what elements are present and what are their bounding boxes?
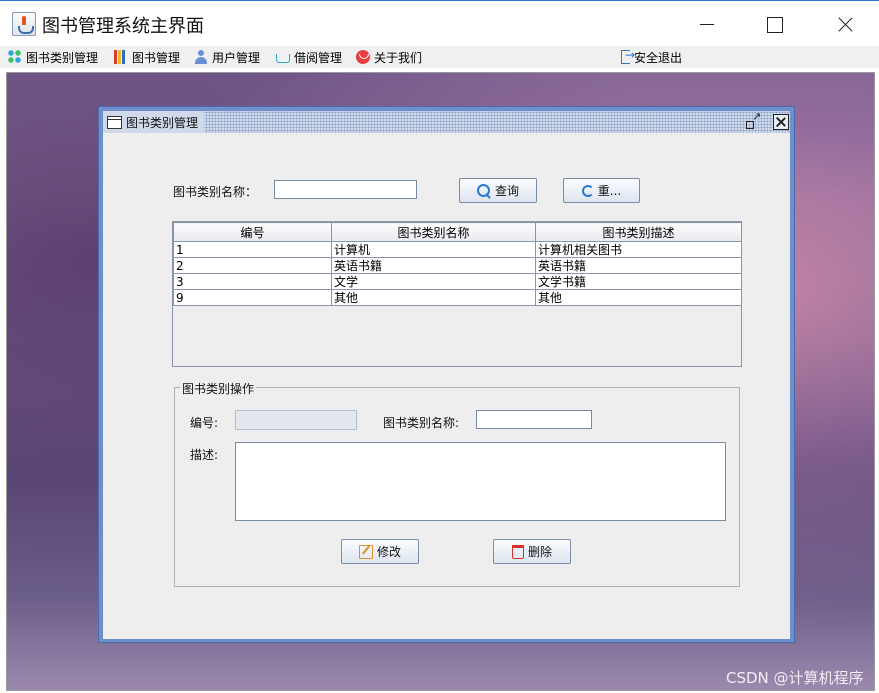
java-app-icon <box>12 12 36 36</box>
reset-button[interactable]: 重... <box>563 178 640 203</box>
table-row[interactable]: 3 文学 文学书籍 <box>173 273 742 290</box>
category-table: 编号 图书类别名称 图书类别描述 1 计算机 计算机相关图书 2 英语书籍 英语… <box>173 222 742 306</box>
refresh-icon <box>581 184 594 197</box>
category-operation-group: 图书类别操作 编号: 图书类别名称: 描述: 修改 删除 <box>174 380 740 587</box>
maximize-button[interactable] <box>752 9 798 39</box>
menu-item-category[interactable]: 图书类别管理 <box>8 48 98 66</box>
table-cell[interactable]: 其他 <box>331 289 536 306</box>
table-cell[interactable]: 英语书籍 <box>331 257 536 274</box>
table-cell[interactable]: 英语书籍 <box>535 257 742 274</box>
menu-item-label: 安全退出 <box>634 50 683 65</box>
table-cell[interactable]: 计算机 <box>331 241 536 258</box>
about-icon <box>356 50 370 64</box>
modify-button-label: 修改 <box>376 545 401 559</box>
menu-item-users[interactable]: 用户管理 <box>194 48 260 66</box>
table-header-row: 编号 图书类别名称 图书类别描述 <box>173 222 742 242</box>
delete-button[interactable]: 删除 <box>493 539 571 564</box>
table-cell[interactable]: 文学书籍 <box>535 273 742 290</box>
user-icon <box>194 50 208 64</box>
table-cell[interactable]: 文学 <box>331 273 536 290</box>
exit-icon <box>621 48 635 64</box>
modify-button[interactable]: 修改 <box>341 539 419 564</box>
menu-item-logout[interactable]: 安全退出 <box>621 48 682 66</box>
table-cell[interactable]: 3 <box>173 273 332 290</box>
menu-item-label: 图书管理 <box>132 50 181 65</box>
menu-item-about[interactable]: 关于我们 <box>356 48 422 66</box>
desc-label: 描述: <box>190 448 219 462</box>
search-icon <box>476 183 491 198</box>
column-header-name[interactable]: 图书类别名称 <box>331 222 536 242</box>
grid-icon <box>8 50 22 64</box>
group-title: 图书类别操作 <box>180 380 257 397</box>
edit-icon <box>358 544 373 559</box>
edit-name-input[interactable] <box>476 410 592 429</box>
id-label: 编号: <box>190 416 219 430</box>
reset-button-label: 重... <box>597 184 622 198</box>
menu-item-borrow[interactable]: 借阅管理 <box>276 48 342 66</box>
category-table-scrollpane[interactable]: 编号 图书类别名称 图书类别描述 1 计算机 计算机相关图书 2 英语书籍 英语… <box>172 221 742 367</box>
watermark: CSDN @计算机程序 <box>726 669 864 687</box>
cart-icon <box>276 53 290 63</box>
table-row[interactable]: 1 计算机 计算机相关图书 <box>173 241 742 258</box>
table-cell[interactable]: 9 <box>173 289 332 306</box>
table-cell[interactable]: 2 <box>173 257 332 274</box>
delete-button-label: 删除 <box>527 545 552 559</box>
desc-textarea[interactable] <box>235 442 726 521</box>
menu-item-label: 用户管理 <box>212 50 261 65</box>
frame-title: 图书类别管理 <box>126 115 199 130</box>
frame-content: 图书类别名称： 查询 重... 编号 图书类别名称 图书类别描述 1 计算机 计… <box>103 133 790 639</box>
trash-icon <box>511 544 524 559</box>
window-title: 图书管理系统主界面 <box>42 16 204 37</box>
table-cell[interactable]: 计算机相关图书 <box>535 241 742 258</box>
id-field <box>235 410 357 430</box>
table-cell[interactable]: 1 <box>173 241 332 258</box>
menu-bar: 图书类别管理 图书管理 用户管理 借阅管理 关于我们 安全退出 <box>0 46 879 68</box>
column-header-desc[interactable]: 图书类别描述 <box>535 222 742 242</box>
minimize-button[interactable] <box>684 9 730 39</box>
table-row[interactable]: 9 其他 其他 <box>173 289 742 306</box>
table-cell[interactable]: 其他 <box>535 289 742 306</box>
frame-restore-icon[interactable] <box>745 110 761 130</box>
category-internal-frame: 图书类别管理 图书类别名称： 查询 重... 编号 图书类别名称 图书 <box>98 106 795 643</box>
menu-item-label: 借阅管理 <box>294 50 343 65</box>
window-titlebar: 图书管理系统主界面 <box>0 0 879 46</box>
frame-close-icon[interactable] <box>773 114 789 130</box>
search-name-input[interactable] <box>274 180 417 199</box>
frame-titlebar[interactable]: 图书类别管理 <box>103 110 790 133</box>
menu-item-label: 图书类别管理 <box>26 50 99 65</box>
search-name-label: 图书类别名称： <box>173 185 258 199</box>
query-button-label: 查询 <box>494 184 519 198</box>
menu-item-label: 关于我们 <box>374 50 423 65</box>
frame-window-icon <box>107 115 122 129</box>
books-icon <box>114 50 128 64</box>
table-row[interactable]: 2 英语书籍 英语书籍 <box>173 257 742 274</box>
close-button[interactable] <box>822 9 868 39</box>
edit-name-label: 图书类别名称: <box>383 416 460 430</box>
menu-item-books[interactable]: 图书管理 <box>114 48 180 66</box>
column-header-id[interactable]: 编号 <box>173 222 332 242</box>
query-button[interactable]: 查询 <box>459 178 537 203</box>
